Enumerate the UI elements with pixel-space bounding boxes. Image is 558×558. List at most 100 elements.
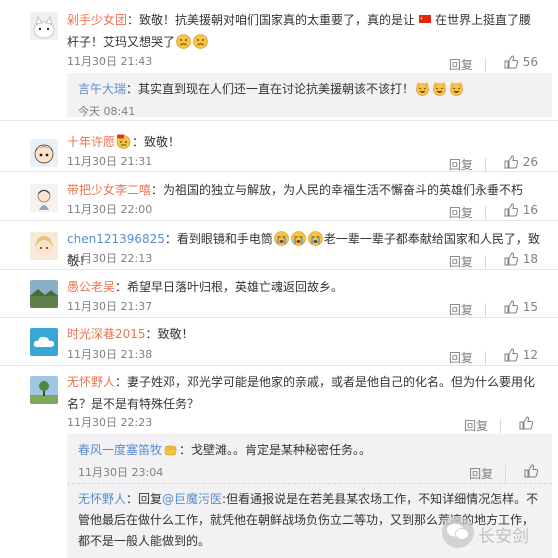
crying-face-icon [291, 231, 306, 246]
comment-text: 时光深巷2015：致敬！ [67, 323, 540, 345]
like-button[interactable] [524, 464, 538, 478]
thumbs-up-icon [504, 300, 518, 314]
comment-nickname[interactable]: chen121396825 [67, 232, 165, 246]
like-count: 15 [522, 300, 538, 314]
comment-actions: 回复 12 [449, 348, 538, 365]
comment-actions: 回复 18 [449, 252, 538, 269]
watermark-logo: 长安剑 [440, 512, 550, 552]
reply-body: ：戈壁滩。。肯定是某种秘密任务。。 [179, 443, 372, 457]
reply-actions: 回复 [469, 464, 538, 482]
comment-item: 愚公老吴：希望早日落叶归根，英雄亡魂返回故乡。 11月30日 21:37 回复 … [0, 270, 558, 318]
avatar[interactable] [30, 184, 58, 212]
comment-text: 愚公老吴：希望早日落叶归根，英雄亡魂返回故乡。 [67, 276, 540, 298]
like-button[interactable]: 18 [504, 252, 538, 266]
sad-face-icon [176, 34, 191, 49]
comment-body: ：妻子姓邓，邓光学可能是他家的亲戚，或者是他自己的化名。但为什么要用化名？是不是… [67, 375, 536, 411]
laughing-cat-icon [416, 81, 430, 96]
saluting-face-icon [116, 134, 131, 149]
comment-time: 11月30日 21:37 [67, 300, 153, 313]
like-count: 12 [522, 348, 538, 362]
comment-time: 11月30日 21:43 [67, 55, 153, 68]
comment-text: 无怀野人：妻子姓邓，邓光学可能是他家的亲戚，或者是他自己的化名。但为什么要用化名… [67, 371, 540, 415]
like-button[interactable]: 56 [504, 55, 538, 69]
like-count: 26 [522, 155, 538, 169]
comment-time: 11月30日 21:38 [67, 348, 153, 361]
blonde-girl-avatar-icon [30, 232, 58, 260]
sad-face-icon [193, 34, 208, 49]
thumbs-up-icon [504, 55, 518, 69]
reply-nickname[interactable]: 言午大瑞 [78, 82, 126, 96]
thumbs-up-icon [524, 464, 538, 478]
landscape-avatar-icon [30, 280, 58, 308]
comment-body: ：为祖国的独立与解放，为人民的幸福生活不懈奋斗的英雄们永垂不朽 [151, 183, 524, 197]
like-count: 16 [522, 203, 538, 217]
comment-item: chen121396825：看到眼镜和手电筒 老一辈一辈子都奉献给国家和人民了，致… [0, 221, 558, 270]
thumbs-up-icon [504, 155, 518, 169]
comment-body: ：致敬！ [132, 135, 181, 149]
comment-nickname[interactable]: 剁手少女团 [67, 13, 127, 27]
comment-actions: 回复 26 [449, 155, 538, 172]
comment-actions: 回复 56 [449, 55, 538, 72]
comment-nickname[interactable]: 带把少女李二嘻 [67, 183, 151, 197]
comment-body: ：致敬！ [145, 327, 194, 341]
china-flag-icon [419, 15, 432, 23]
reply-nickname[interactable]: 无怀野人 [78, 492, 126, 506]
reply-mention[interactable]: @巨魔污医 [162, 492, 222, 506]
like-button[interactable]: 26 [504, 155, 538, 169]
comment-time: 11月30日 21:31 [67, 155, 153, 168]
reply-time: 11月30日 23:04 [78, 466, 164, 479]
thumbs-up-icon [504, 203, 518, 217]
reply-button[interactable]: 回复 [449, 58, 486, 72]
reply-button[interactable]: 回复 [449, 255, 486, 269]
tree-landscape-avatar-icon [30, 376, 58, 404]
laughing-cat-icon [433, 81, 447, 96]
comment-time: 11月30日 22:23 [67, 416, 153, 429]
reply-button[interactable]: 回复 [464, 419, 502, 433]
fist-icon [164, 445, 177, 456]
reply-button[interactable]: 回复 [449, 303, 486, 317]
comment-item: 剁手少女团：致敬！抗美援朝对咱们国家真的太重要了，真的是让 在世界上挺直了腰杆子！… [0, 0, 558, 121]
comment-nickname[interactable]: 愚公老吴 [67, 280, 115, 294]
like-button[interactable]: 16 [504, 203, 538, 217]
comment-actions: 回复 [464, 416, 538, 433]
comment-text: 剁手少女团：致敬！抗美援朝对咱们国家真的太重要了，真的是让 在世界上挺直了腰杆子！… [67, 9, 540, 53]
comment-item: 带把少女李二嘻：为祖国的独立与解放，为人民的幸福生活不懈奋斗的英雄们永垂不朽 1… [0, 172, 558, 221]
thumbs-up-icon [504, 252, 518, 266]
comment-text: 十年许愿 ：致敬！ [67, 131, 540, 153]
crying-face-icon [308, 231, 323, 246]
like-count: 18 [522, 252, 538, 266]
reply-divider [67, 483, 552, 484]
like-button[interactable]: 12 [504, 348, 538, 362]
comment-nickname[interactable]: 十年许愿 [67, 135, 115, 149]
comment-body: ：致敬！抗美援朝对咱们国家真的太重要了，真的是让 [127, 13, 416, 27]
reply-body: ：其实直到现在人们还一直在讨论抗美援朝该不该打！ [126, 82, 415, 96]
avatar[interactable] [30, 12, 58, 40]
like-button[interactable] [519, 416, 538, 430]
reply-button[interactable]: 回复 [449, 351, 486, 365]
like-count: 56 [522, 55, 538, 69]
watermark-text: 长安剑 [478, 527, 529, 547]
comment-actions: 回复 15 [449, 300, 538, 317]
reply-button[interactable]: 回复 [449, 206, 486, 220]
like-button[interactable]: 15 [504, 300, 538, 314]
girl-avatar-icon [30, 184, 58, 212]
avatar[interactable] [30, 328, 58, 356]
reply-time: 今天 08:41 [78, 105, 136, 118]
comment-nickname[interactable]: 时光深巷2015 [67, 327, 146, 341]
reply-button[interactable]: 回复 [469, 465, 507, 482]
comment-time: 11月30日 22:00 [67, 203, 153, 216]
reply-body: ：回复 [126, 492, 163, 506]
avatar[interactable] [30, 376, 58, 404]
thumbs-up-icon [504, 348, 518, 362]
avatar[interactable] [30, 232, 58, 260]
comment-nickname[interactable]: 无怀野人 [67, 375, 115, 389]
comment-item: 时光深巷2015：致敬！ 11月30日 21:38 回复 12 [0, 318, 558, 366]
comment-feed: 剁手少女团：致敬！抗美援朝对咱们国家真的太重要了，真的是让 在世界上挺直了腰杆子！… [0, 0, 558, 558]
reply-text: 春风一度塞笛牧 ：戈壁滩。。肯定是某种秘密任务。。 [78, 440, 542, 461]
comment-text: 带把少女李二嘻：为祖国的独立与解放，为人民的幸福生活不懈奋斗的英雄们永垂不朽 [67, 179, 540, 201]
crying-face-icon [274, 231, 289, 246]
avatar[interactable] [30, 280, 58, 308]
reply-button[interactable]: 回复 [449, 158, 486, 172]
avatar[interactable] [30, 139, 58, 167]
reply-nickname[interactable]: 春风一度塞笛牧 [78, 443, 162, 457]
